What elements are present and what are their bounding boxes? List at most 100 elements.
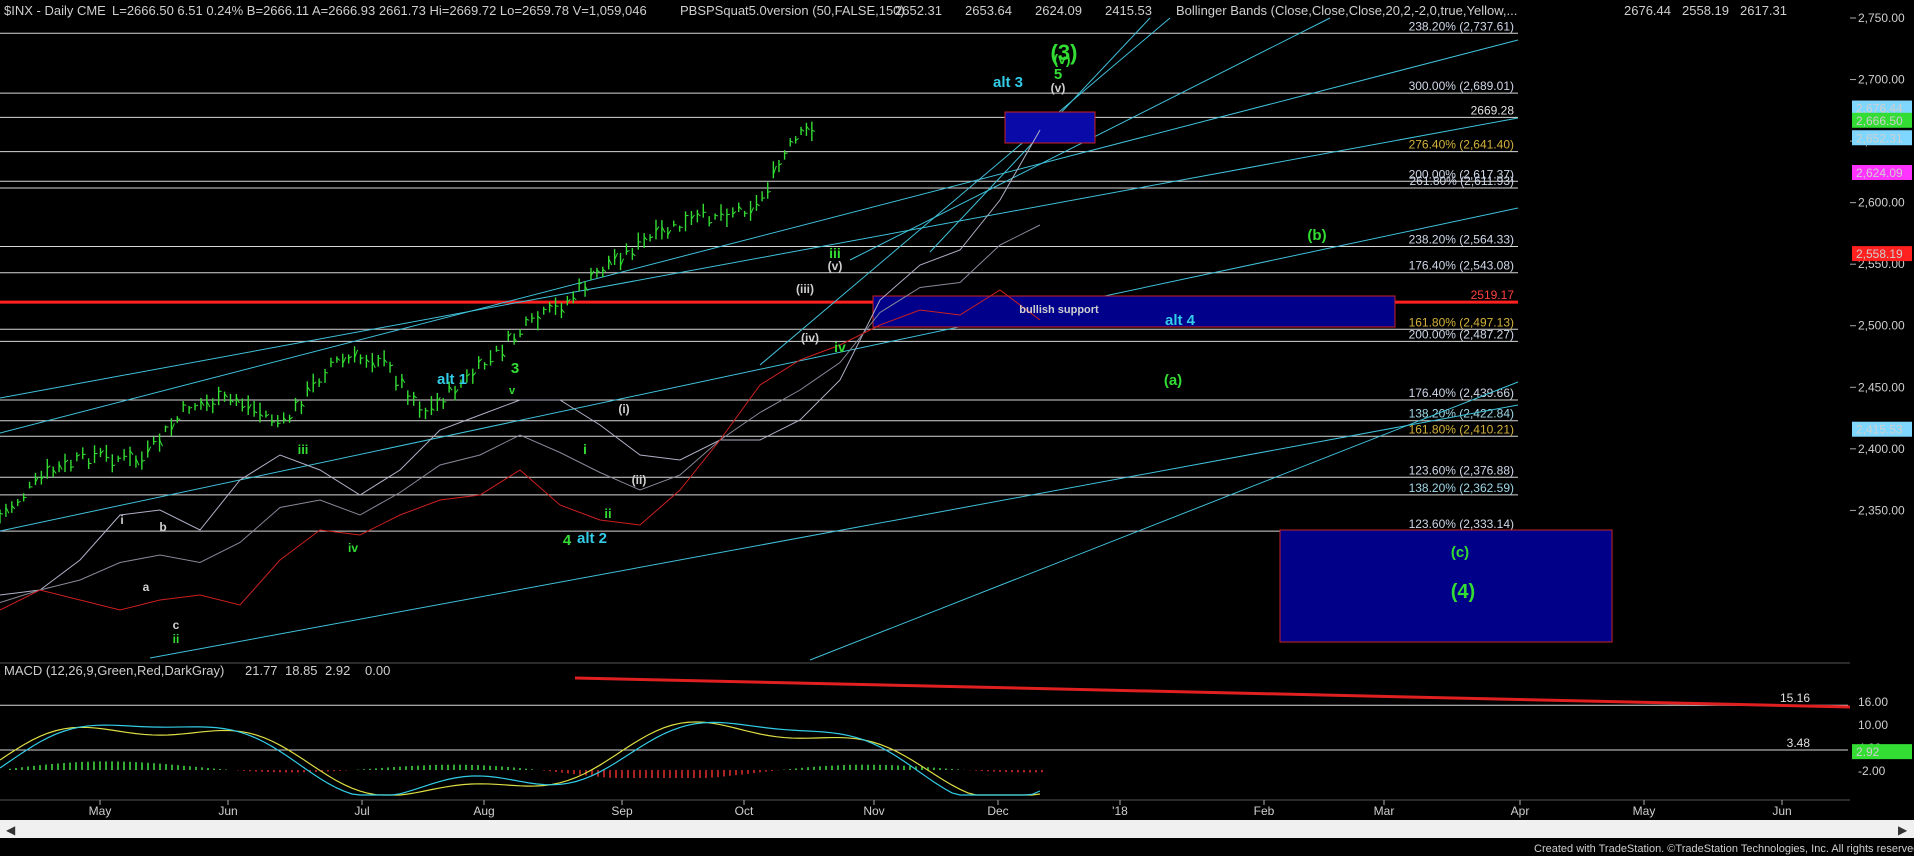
scrollbar[interactable]: ◀ ▶ — [0, 820, 1914, 838]
price-bar-close — [360, 357, 364, 359]
chart-header: $INX - Daily CME L=2666.50 6.51 0.24% B=… — [4, 3, 1787, 18]
price-bar-close — [330, 361, 335, 364]
credit-text: Created with TradeStation. ©TradeStation… — [1534, 843, 1914, 855]
wave-labels: (3)(v)5(v)alt 3(b)bullish supportalt 4(a… — [120, 40, 1475, 646]
wave-label: alt 4 — [1165, 312, 1196, 329]
level-label: 123.60% (2,376.88) — [1409, 463, 1514, 477]
wave-label: alt 2 — [577, 530, 607, 547]
x-tick-label: Feb — [1254, 804, 1275, 818]
indicator-value: 2624.09 — [1035, 3, 1082, 18]
macd-title: MACD (12,26,9,Green,Red,DarkGray) — [4, 663, 224, 678]
y-tick-label: 2,500.00 — [1858, 319, 1905, 333]
x-tick-label: '18 — [1112, 804, 1128, 818]
wave-label: (a) — [1164, 372, 1182, 389]
wave-label: (iv) — [801, 331, 819, 345]
scroll-right-icon[interactable]: ▶ — [1898, 823, 1908, 837]
bullish-support-box — [872, 295, 1396, 328]
level-label: 2519.17 — [1471, 288, 1515, 302]
level-label: 238.20% (2,737.61) — [1409, 19, 1514, 33]
macd-tick-label: -2.00 — [1858, 764, 1886, 778]
wave-label: (i) — [618, 402, 629, 416]
x-tick-label: Sep — [611, 804, 633, 818]
signal-line — [0, 721, 1041, 796]
macd-body: 15.163.4816.0010.004.00-2.002.92 — [0, 664, 1914, 818]
bollinger-value: 2676.44 — [1624, 3, 1671, 18]
x-tick-label: Oct — [735, 804, 754, 818]
price-bar-close — [726, 213, 731, 216]
wave-label: (4) — [1451, 581, 1475, 603]
fib-levels: 238.20% (2,737.61) 300.00% (2,689.01) 2669… — [0, 19, 1518, 532]
wave-label: 3 — [511, 360, 519, 377]
wave-label: (ii) — [632, 473, 647, 487]
indicator-value: 2415.53 — [1105, 3, 1152, 18]
target-boxes — [872, 111, 1613, 643]
bollinger-value: 2558.19 — [1682, 3, 1729, 18]
level-label: 200.00% (2,487.27) — [1409, 327, 1514, 341]
channel-line — [0, 207, 1519, 532]
level-label: 123.60% (2,333.14) — [1409, 517, 1514, 531]
wave-label: ii — [604, 506, 611, 521]
x-tick-label: Dec — [987, 804, 1008, 818]
macd-value: 0.00 — [365, 663, 390, 678]
middle-band-line — [0, 224, 1041, 603]
wave-label: alt 1 — [437, 371, 467, 388]
macd-trend-line — [574, 676, 1851, 709]
x-tick-label: May — [89, 804, 112, 818]
price-bar-close — [679, 226, 683, 228]
bollinger-bands — [0, 129, 1041, 611]
price-bar-close — [395, 384, 400, 387]
wave-label: (v) — [1051, 81, 1066, 95]
wave-label: c — [173, 618, 180, 632]
level-label: 138.20% (2,362.59) — [1409, 481, 1514, 495]
macd-level-label: 15.16 — [1780, 691, 1810, 705]
macd-tick-label: 16.00 — [1858, 695, 1888, 709]
y-tick-label: 2,350.00 — [1858, 503, 1905, 517]
wave-label: (c) — [1451, 544, 1469, 561]
macd-line — [0, 721, 1041, 796]
price-bar-close — [714, 214, 719, 217]
level-label: 238.20% (2,564.33) — [1409, 233, 1514, 247]
wave-label: bullish support — [1019, 304, 1099, 316]
bollinger-values: 2676.44 2558.19 2617.31 — [1624, 3, 1787, 18]
time-axis: May Jun Jul Aug Sep Oct Nov Dec '18 Feb Mar Apr May J… — [0, 799, 1850, 818]
price-tag-label: 2,624.09 — [1856, 166, 1903, 180]
indicator-value: 2652.31 — [895, 3, 942, 18]
y-tick-label: 2,750.00 — [1858, 11, 1905, 25]
macd-value: 2.92 — [325, 663, 350, 678]
wave-label: (b) — [1307, 227, 1326, 244]
bollinger-label: Bollinger Bands (Close,Close,Close,20,2,… — [1176, 3, 1517, 18]
channel-line — [0, 39, 1519, 434]
macd-value: 21.77 — [245, 663, 278, 678]
level-label: 2669.28 — [1471, 103, 1515, 117]
price-tag-label: 2,652.31 — [1856, 131, 1903, 145]
scroll-left-icon[interactable]: ◀ — [6, 823, 16, 837]
indicator-label: PBSPSquat5.0version (50,FALSE,150) — [680, 3, 905, 18]
wave-label: iv — [834, 339, 846, 355]
wave-label: iii — [298, 442, 309, 457]
symbol-label: $INX - Daily CME — [4, 3, 106, 18]
y-tick-label: 2,700.00 — [1858, 73, 1905, 87]
price-bar-close — [496, 349, 500, 352]
x-tick-label: Apr — [1511, 804, 1530, 818]
wave-label: (v) — [828, 259, 843, 273]
price-tag-label: 2,666.50 — [1856, 114, 1903, 128]
bollinger-value: 2617.31 — [1740, 3, 1787, 18]
macd-value: 18.85 — [285, 663, 318, 678]
x-tick-label: Nov — [863, 804, 884, 818]
x-tick-label: Aug — [473, 804, 494, 818]
price-panel: 238.20% (2,737.61) 300.00% (2,689.01) 2669… — [0, 0, 1914, 818]
y-tick-label: 2,450.00 — [1858, 380, 1905, 394]
upper-band-line — [0, 129, 1041, 596]
y-tick-label: 2,400.00 — [1858, 442, 1905, 456]
price-tag-label: 2,415.53 — [1856, 423, 1903, 437]
level-label: 261.80% (2,611.93) — [1409, 174, 1514, 188]
alt3-target-box — [1004, 111, 1096, 144]
indicator-value: 2653.64 — [965, 3, 1012, 18]
lower-band-line — [0, 289, 1041, 611]
wave-label: (iii) — [796, 282, 814, 296]
wave-label: a — [143, 580, 150, 594]
level-label: 176.40% (2,439.66) — [1409, 386, 1514, 400]
macd-level-label: 3.48 — [1787, 736, 1811, 750]
wave-label: iv — [348, 541, 358, 555]
x-tick-label: Jun — [1772, 804, 1791, 818]
